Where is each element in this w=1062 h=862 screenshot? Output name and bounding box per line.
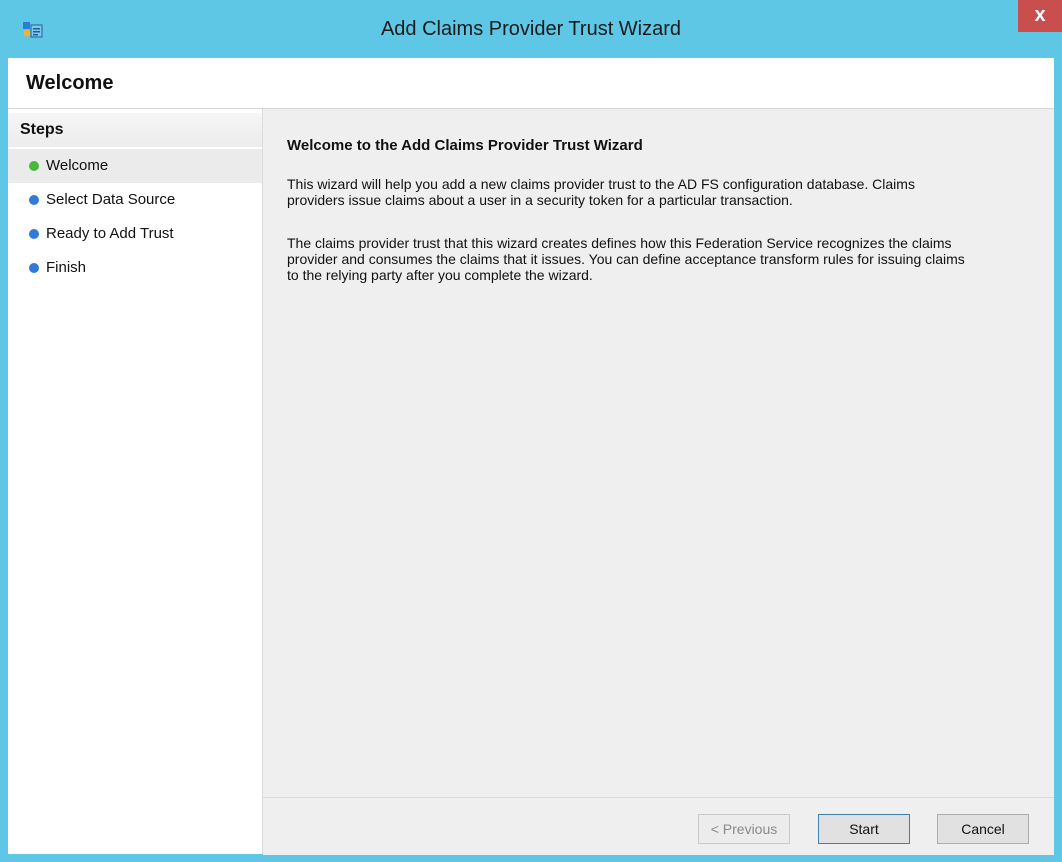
steps-panel: Steps Welcome Select Data Source Ready t… bbox=[8, 109, 263, 854]
step-pending-icon bbox=[29, 263, 39, 273]
content-heading: Welcome to the Add Claims Provider Trust… bbox=[287, 137, 643, 154]
wizard-footer: < Previous Start Cancel bbox=[263, 797, 1054, 855]
step-label: Select Data Source bbox=[46, 191, 176, 208]
page-header: Welcome bbox=[8, 58, 1054, 109]
wizard-content: Welcome to the Add Claims Provider Trust… bbox=[263, 109, 1054, 797]
window-title: Add Claims Provider Trust Wizard bbox=[380, 18, 682, 40]
step-label: Welcome bbox=[46, 157, 109, 174]
step-finish[interactable]: Finish bbox=[8, 251, 262, 285]
step-pending-icon bbox=[29, 229, 39, 239]
step-label: Ready to Add Trust bbox=[46, 225, 174, 242]
step-pending-icon bbox=[29, 195, 39, 205]
start-button[interactable]: Start bbox=[818, 814, 910, 844]
title-bar: Add Claims Provider Trust Wizard x bbox=[0, 0, 1062, 58]
cancel-button[interactable]: Cancel bbox=[937, 814, 1029, 844]
steps-heading-label: Steps bbox=[20, 121, 64, 138]
page-title: Welcome bbox=[26, 72, 114, 94]
step-label: Finish bbox=[46, 259, 87, 276]
step-select-data-source[interactable]: Select Data Source bbox=[8, 183, 262, 217]
step-complete-icon bbox=[29, 161, 39, 171]
intro-paragraph-line: providers issue claims about a user in a… bbox=[287, 192, 793, 208]
step-ready-to-add-trust[interactable]: Ready to Add Trust bbox=[8, 217, 262, 251]
close-button[interactable]: x bbox=[1018, 0, 1062, 32]
details-paragraph-line: to the relying party after you complete … bbox=[287, 267, 593, 283]
intro-paragraph-line: This wizard will help you add a new clai… bbox=[287, 176, 915, 192]
step-welcome[interactable]: Welcome bbox=[8, 149, 262, 183]
details-paragraph-line: The claims provider trust that this wiza… bbox=[287, 235, 952, 251]
details-paragraph-line: provider and consumes the claims that it… bbox=[287, 251, 965, 267]
steps-heading: Steps bbox=[8, 113, 262, 147]
previous-button[interactable]: < Previous bbox=[698, 814, 790, 844]
